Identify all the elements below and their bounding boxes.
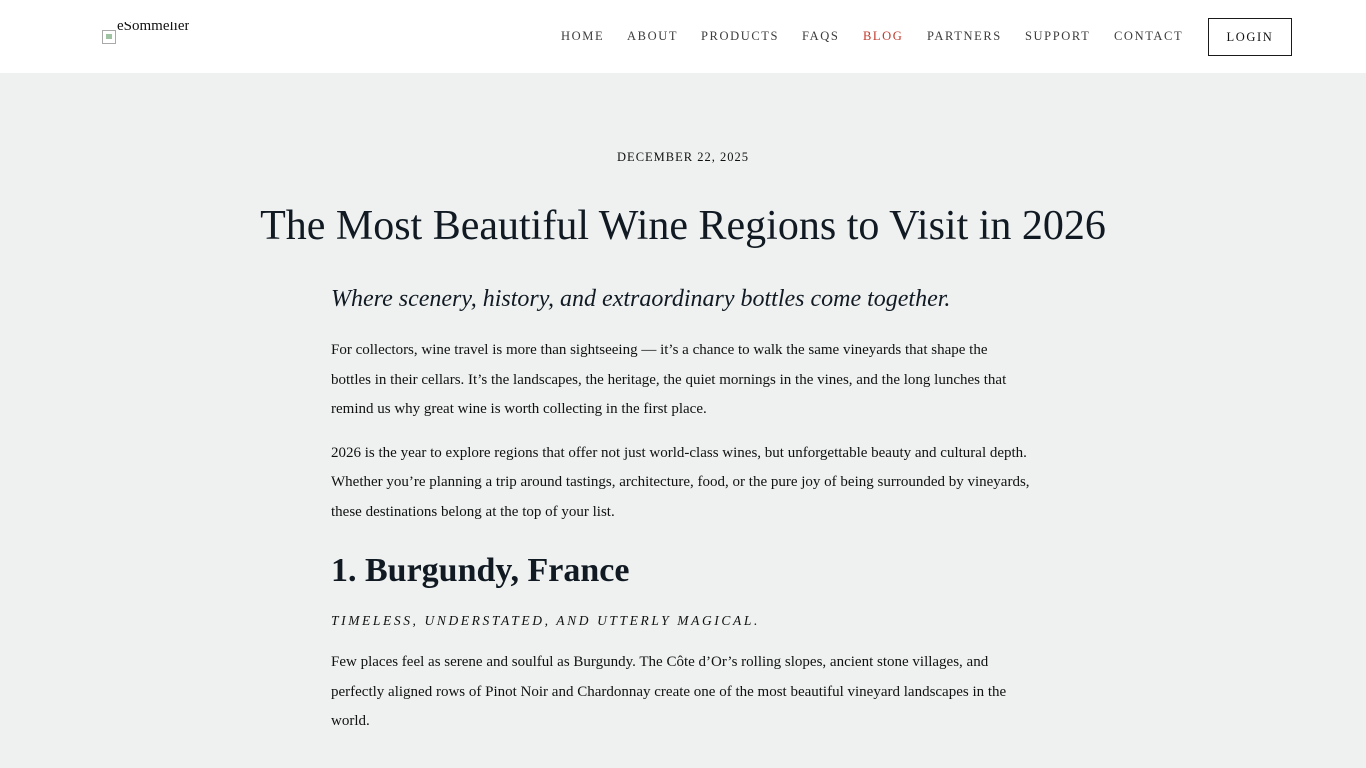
- intro-paragraph: For collectors, wine travel is more than…: [331, 342, 1007, 417]
- article-body: Where scenery, history, and extraordinar…: [331, 282, 1031, 737]
- login-button[interactable]: LOGIN: [1208, 18, 1292, 56]
- broken-image-icon: [102, 30, 116, 44]
- nav-blog[interactable]: BLOG: [863, 29, 903, 44]
- logo-alt-text: eSommelier: [117, 22, 190, 34]
- post-title: The Most Beautiful Wine Regions to Visit…: [260, 203, 1106, 249]
- site-header: eSommelier HOME ABOUT PRODUCTS FAQS BLOG…: [0, 0, 1366, 73]
- section-tagline: Timeless, understated, and utterly magic…: [331, 613, 760, 628]
- nav-about[interactable]: ABOUT: [627, 29, 678, 44]
- site-logo[interactable]: eSommelier: [102, 22, 189, 46]
- nav-contact[interactable]: CONTACT: [1114, 29, 1183, 44]
- nav-faqs[interactable]: FAQS: [802, 29, 839, 44]
- section-heading: 1. Burgundy, France: [331, 552, 630, 589]
- nav-partners[interactable]: PARTNERS: [927, 29, 1002, 44]
- post-subtitle: Where scenery, history, and extraordinar…: [331, 286, 951, 312]
- nav-support[interactable]: SUPPORT: [1025, 29, 1090, 44]
- intro-paragraph: 2026 is the year to explore regions that…: [331, 444, 1030, 520]
- post-date: DECEMBER 22, 2025: [617, 150, 749, 164]
- nav-home[interactable]: HOME: [561, 29, 604, 44]
- nav-products[interactable]: PRODUCTS: [701, 29, 779, 44]
- section-paragraph: Few places feel as serene and soulful as…: [331, 654, 1007, 729]
